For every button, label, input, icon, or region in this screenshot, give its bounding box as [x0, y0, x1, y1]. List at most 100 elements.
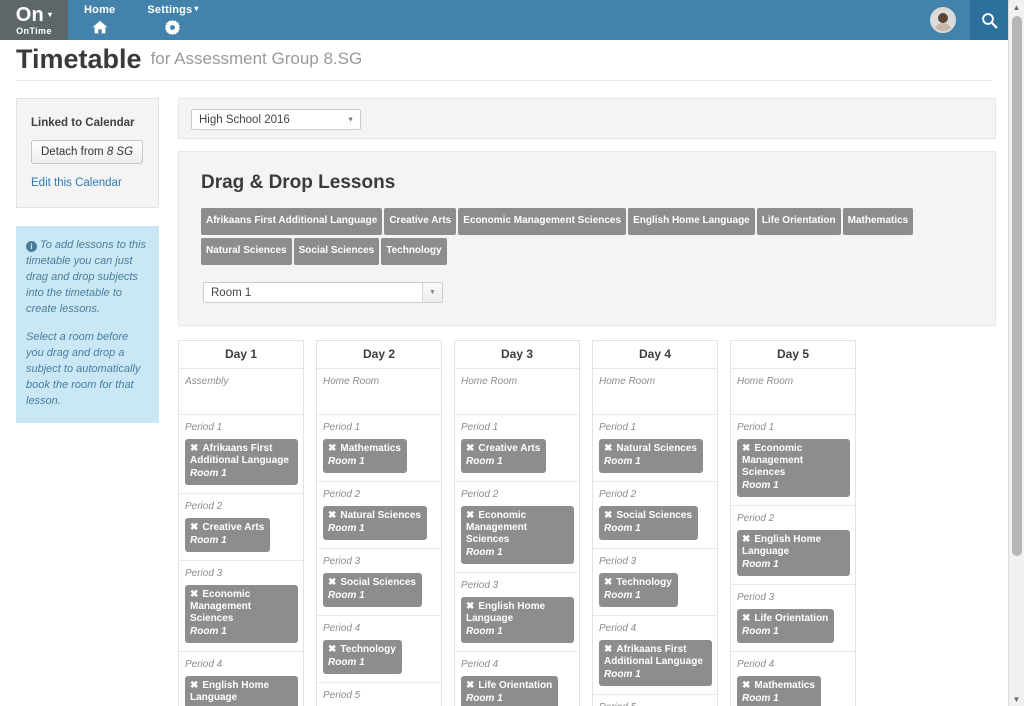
brand-name: On: [15, 4, 44, 26]
nav-item-settings[interactable]: Settings ▾: [131, 0, 214, 40]
timetable-slot[interactable]: Period 2 ✖ Social Sciences Room 1: [593, 482, 717, 549]
room-select[interactable]: Room 1: [203, 282, 443, 303]
remove-lesson-icon[interactable]: ✖: [466, 601, 474, 612]
remove-lesson-icon[interactable]: ✖: [604, 644, 612, 655]
brand-logo[interactable]: On ▾ OnTime: [0, 0, 68, 40]
slot-label: Period 1: [737, 422, 775, 433]
lesson-block[interactable]: ✖ Social Sciences Room 1: [599, 506, 698, 540]
lesson-block[interactable]: ✖ Life Orientation Room 1: [461, 676, 559, 706]
avatar[interactable]: [930, 7, 956, 33]
remove-lesson-icon[interactable]: ✖: [190, 589, 198, 600]
day-column: Day 4 Home Room Period 1 ✖ Natural Sciences R…: [592, 340, 718, 706]
timetable-slot[interactable]: Period 3 ✖ Economic Management Sciences Roo…: [179, 561, 303, 652]
lesson-subject: Mathematics: [754, 680, 815, 691]
slot-label: Period 4: [599, 623, 637, 634]
subject-tag[interactable]: Technology: [381, 238, 447, 265]
remove-lesson-icon[interactable]: ✖: [742, 680, 750, 691]
timetable-slot[interactable]: Period 1 ✖ Economic Management Sciences Roo…: [731, 415, 855, 506]
timetable-slot[interactable]: Period 4 ✖ Life Orientation Room 1: [455, 652, 579, 706]
slot-label: Home Room: [323, 376, 380, 387]
remove-lesson-icon[interactable]: ✖: [742, 613, 750, 624]
remove-lesson-icon[interactable]: ✖: [466, 443, 474, 454]
lesson-block[interactable]: ✖ Natural Sciences Room 1: [323, 506, 427, 540]
remove-lesson-icon[interactable]: ✖: [604, 443, 612, 454]
lesson-block[interactable]: ✖ Technology Room 1: [599, 573, 678, 607]
timetable-slot[interactable]: Period 3 ✖ Social Sciences Room 1: [317, 549, 441, 616]
timetable-slot[interactable]: Period 1 ✖ Natural Sciences Room 1: [593, 415, 717, 482]
lesson-block[interactable]: ✖ Mathematics Room 1: [737, 676, 821, 706]
lesson-block[interactable]: ✖ Social Sciences Room 1: [323, 573, 422, 607]
lesson-block[interactable]: ✖ Economic Management Sciences Room 1: [185, 585, 298, 643]
slot-label: Period 4: [737, 659, 775, 670]
lesson-room: Room 1: [466, 456, 503, 467]
remove-lesson-icon[interactable]: ✖: [742, 443, 750, 454]
timetable-slot[interactable]: Period 2 ✖ English Home Language Room 1: [731, 506, 855, 585]
timetable-slot[interactable]: Home Room: [317, 369, 441, 415]
lesson-block[interactable]: ✖English Home LanguageRoom 1: [461, 597, 574, 643]
timetable-slot[interactable]: Period 2 ✖ Economic Management Sciences Roo…: [455, 482, 579, 573]
timetable-slot[interactable]: Period 1 ✖ Afrikaans First Additional Lang…: [179, 415, 303, 494]
year-select[interactable]: High School 2016: [191, 109, 361, 130]
timetable-slot[interactable]: Home Room: [593, 369, 717, 415]
lesson-block[interactable]: ✖ Economic Management Sciences Room 1: [461, 506, 574, 564]
lesson-block[interactable]: ✖ Afrikaans First Additional Language Room…: [185, 439, 298, 485]
subject-tag[interactable]: English Home Language: [628, 208, 755, 235]
remove-lesson-icon[interactable]: ✖: [466, 510, 474, 521]
remove-lesson-icon[interactable]: ✖: [328, 510, 336, 521]
remove-lesson-icon[interactable]: ✖: [190, 522, 198, 533]
subject-tag[interactable]: Natural Sciences: [201, 238, 292, 265]
remove-lesson-icon[interactable]: ✖: [604, 510, 612, 521]
subject-tag[interactable]: Social Sciences: [293, 238, 380, 265]
remove-lesson-icon[interactable]: ✖: [328, 443, 336, 454]
brand-caret-icon[interactable]: ▾: [48, 10, 52, 19]
remove-lesson-icon[interactable]: ✖: [190, 680, 198, 691]
timetable-slot[interactable]: Period 4 ✖ Technology Room 1: [317, 616, 441, 683]
remove-lesson-icon[interactable]: ✖: [328, 577, 336, 588]
edit-calendar-link[interactable]: Edit this Calendar: [31, 177, 144, 189]
timetable-slot[interactable]: Period 5✖Creative ArtsRoom 1: [593, 695, 717, 706]
timetable-slot[interactable]: Period 3 ✖ Technology Room 1: [593, 549, 717, 616]
timetable-slot[interactable]: Period 4 ✖English Home LanguageRoom 1: [179, 652, 303, 706]
lesson-block[interactable]: ✖ Natural Sciences Room 1: [599, 439, 703, 473]
search-button[interactable]: [970, 0, 1008, 40]
detach-calendar-button[interactable]: Detach from 8 SG: [31, 140, 144, 164]
scrollbar-thumb[interactable]: [1012, 16, 1022, 556]
timetable-slot[interactable]: Period 3 ✖ English Home Language Room 1: [455, 573, 579, 652]
scrollbar-up-arrow[interactable]: ▲: [1009, 0, 1024, 14]
page-scrollbar[interactable]: ▲ ▼: [1008, 0, 1024, 706]
timetable-slot[interactable]: Home Room: [455, 369, 579, 415]
timetable-slot[interactable]: Period 3 ✖ Life Orientation Room 1: [731, 585, 855, 652]
timetable-slot[interactable]: Home Room: [731, 369, 855, 415]
timetable-slot[interactable]: Period 2 ✖ Natural Sciences Room 1: [317, 482, 441, 549]
lesson-block[interactable]: ✖ Mathematics Room 1: [323, 439, 407, 473]
lesson-block[interactable]: ✖ Technology Room 1: [323, 640, 402, 674]
scrollbar-down-arrow[interactable]: ▼: [1009, 692, 1024, 706]
timetable-slot[interactable]: Assembly: [179, 369, 303, 415]
lesson-block[interactable]: ✖ Life Orientation Room 1: [737, 609, 835, 643]
timetable-slot[interactable]: Period 1 ✖ Mathematics Room 1: [317, 415, 441, 482]
lesson-block[interactable]: ✖ Creative Arts Room 1: [185, 518, 271, 552]
subject-tag[interactable]: Life Orientation: [756, 208, 841, 235]
nav-item-home[interactable]: Home: [68, 0, 131, 40]
lesson-room: Room 1: [328, 456, 365, 467]
subject-tag[interactable]: Mathematics: [842, 208, 914, 235]
subject-tag[interactable]: Creative Arts: [384, 208, 457, 235]
remove-lesson-icon[interactable]: ✖: [742, 534, 750, 545]
remove-lesson-icon[interactable]: ✖: [466, 680, 474, 691]
subject-tag[interactable]: Economic Management Sciences: [458, 208, 627, 235]
remove-lesson-icon[interactable]: ✖: [328, 644, 336, 655]
remove-lesson-icon[interactable]: ✖: [604, 577, 612, 588]
lesson-block[interactable]: ✖ Afrikaans First Additional Language Room…: [599, 640, 712, 686]
remove-lesson-icon[interactable]: ✖: [190, 443, 198, 454]
lesson-block[interactable]: ✖ Economic Management Sciences Room 1: [737, 439, 850, 497]
lesson-block[interactable]: ✖English Home LanguageRoom 1: [185, 676, 298, 706]
subject-tag[interactable]: Afrikaans First Additional Language: [201, 208, 383, 235]
lesson-block[interactable]: ✖English Home LanguageRoom 1: [737, 530, 850, 576]
timetable-slot[interactable]: Period 4 ✖ Afrikaans First Additional Lang…: [593, 616, 717, 695]
timetable-slot[interactable]: Period 1 ✖ Creative Arts Room 1: [455, 415, 579, 482]
timetable-slot[interactable]: Period 5✖Afrikaans First Additional Lang…: [317, 683, 441, 706]
search-icon: [981, 12, 998, 29]
lesson-block[interactable]: ✖ Creative Arts Room 1: [461, 439, 547, 473]
timetable-slot[interactable]: Period 4 ✖ Mathematics Room 1: [731, 652, 855, 706]
timetable-slot[interactable]: Period 2 ✖ Creative Arts Room 1: [179, 494, 303, 561]
